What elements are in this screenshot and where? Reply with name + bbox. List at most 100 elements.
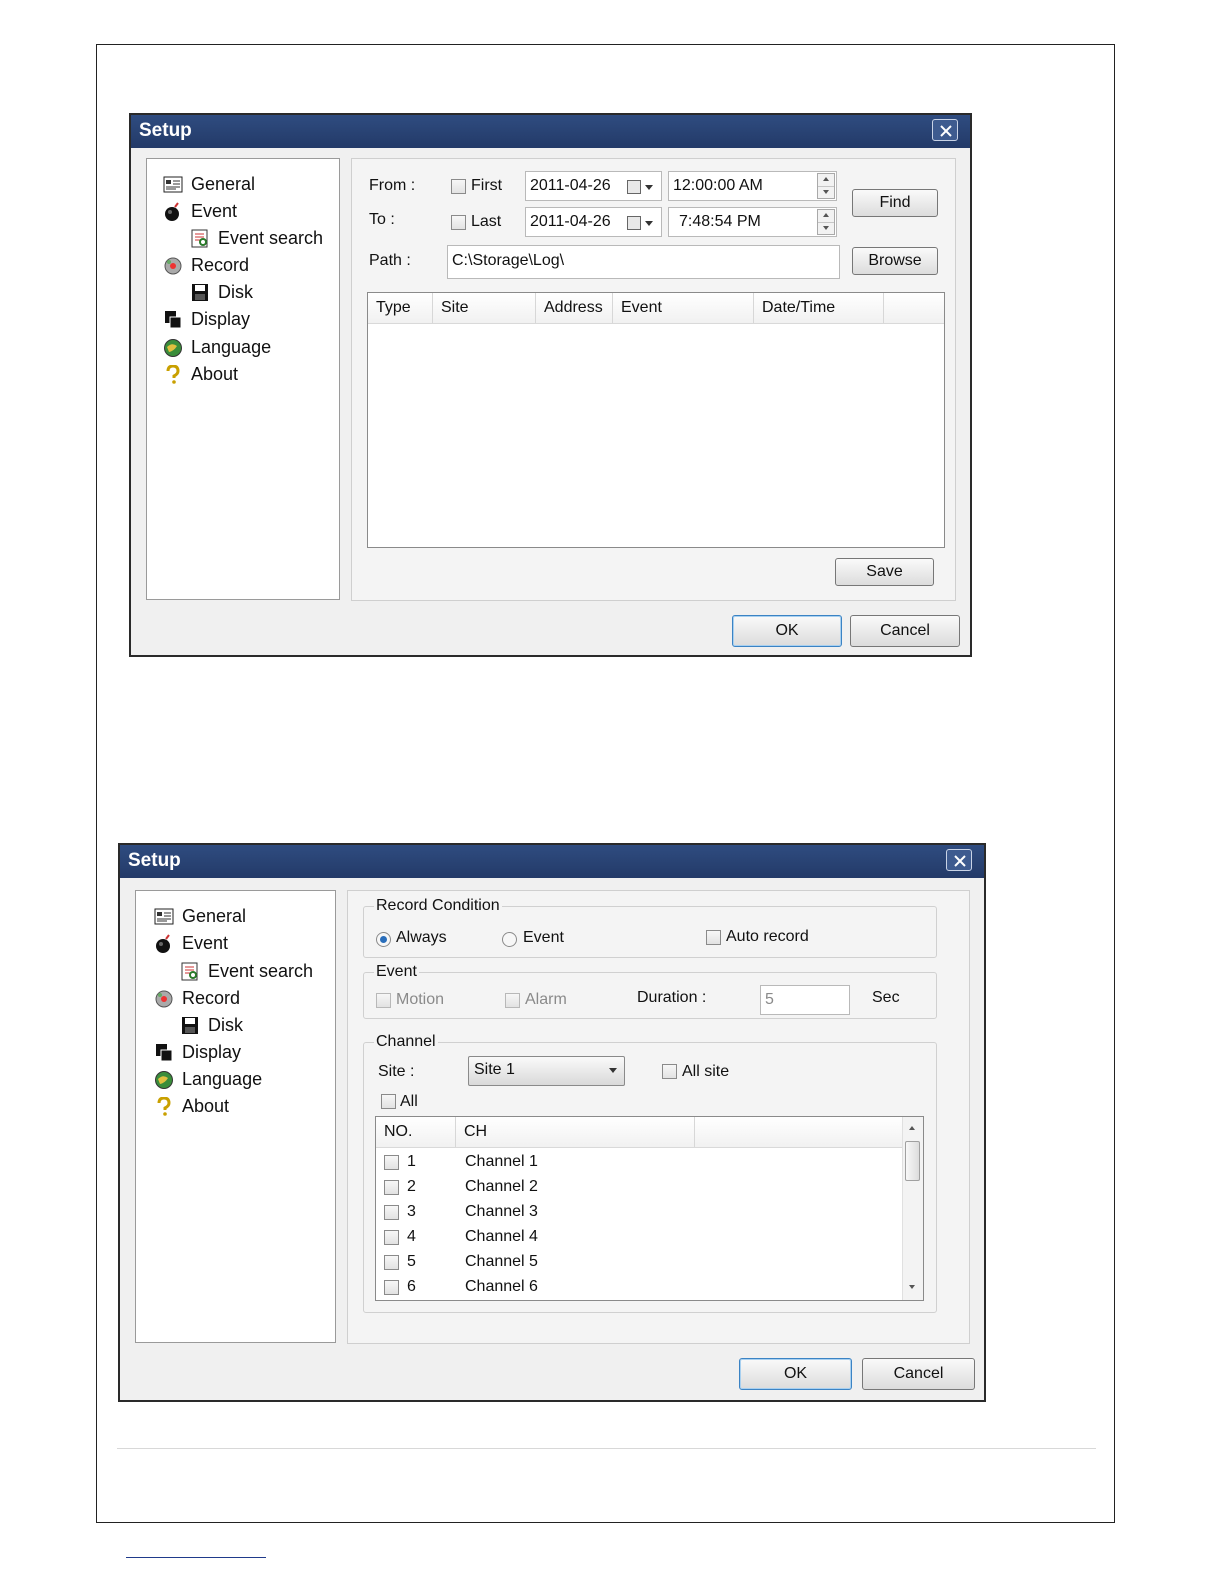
from-time-spinner[interactable] (817, 173, 835, 199)
nav-label: Event search (218, 228, 324, 248)
site-select-value: Site 1 (474, 1061, 515, 1078)
to-time-value: 7:48:54 PM (679, 213, 761, 230)
column-header-ch[interactable]: CH (456, 1117, 695, 1147)
nav-label: Event search (208, 961, 314, 981)
setup-dialog-event-search: Setup General Event Event search Record … (129, 113, 972, 657)
first-checkbox[interactable] (451, 179, 466, 194)
column-header-event[interactable]: Event (613, 293, 754, 323)
find-button[interactable]: Find (852, 189, 938, 217)
vertical-scrollbar[interactable] (902, 1117, 923, 1300)
to-time-field[interactable]: 7:48:54 PM (668, 207, 837, 237)
motion-checkbox[interactable] (376, 993, 391, 1008)
duration-field[interactable]: 5 (760, 985, 850, 1015)
path-field[interactable]: C:\Storage\Log\ (447, 245, 840, 279)
setup-nav-tree: General Event Event search Record Disk D… (135, 890, 336, 1343)
auto-record-label: Auto record (726, 928, 809, 945)
event-radio[interactable] (502, 932, 517, 947)
alarm-checkbox[interactable] (505, 993, 520, 1008)
nav-label: Disk (208, 1015, 243, 1035)
table-header: NO. CH (376, 1117, 923, 1148)
dropdown-arrow-icon[interactable] (609, 1068, 617, 1073)
channel-checkbox[interactable] (384, 1155, 399, 1170)
table-row[interactable]: 4 Channel 4 (376, 1225, 901, 1250)
from-time-value: 12:00:00 AM (673, 177, 763, 194)
table-row[interactable]: 6 Channel 6 (376, 1275, 901, 1300)
record-condition-group: Record Condition (363, 897, 937, 958)
channel-name: Channel 3 (465, 1203, 538, 1220)
duration-unit: Sec (872, 989, 900, 1006)
ok-button[interactable]: OK (732, 615, 842, 647)
column-header-datetime[interactable]: Date/Time (754, 293, 884, 323)
close-button[interactable] (946, 849, 972, 871)
table-row[interactable]: 1 Channel 1 (376, 1150, 901, 1175)
spin-down-icon[interactable] (818, 186, 834, 198)
nav-label: Language (191, 337, 272, 357)
column-header-type[interactable]: Type (368, 293, 433, 323)
setup-nav-tree: General Event Event search Record Disk D… (146, 158, 340, 600)
nav-label: General (182, 906, 247, 926)
column-header-site[interactable]: Site (433, 293, 536, 323)
language-icon (155, 1071, 173, 1089)
scroll-down-icon[interactable] (909, 1285, 915, 1289)
about-icon (157, 1097, 171, 1116)
nav-label: Record (191, 255, 250, 275)
channel-checkbox[interactable] (384, 1255, 399, 1270)
auto-record-checkbox[interactable] (706, 930, 721, 945)
nav-label: Event (182, 933, 229, 953)
channel-table[interactable]: NO. CH 1 Channel 1 2 Channel 2 3 Channel… (375, 1116, 924, 1301)
table-row[interactable]: 5 Channel 5 (376, 1250, 901, 1275)
display-icon (156, 1044, 173, 1062)
channel-name: Channel 6 (465, 1278, 538, 1295)
channel-name: Channel 4 (465, 1228, 538, 1245)
channel-checkbox[interactable] (384, 1230, 399, 1245)
table-row[interactable]: 2 Channel 2 (376, 1175, 901, 1200)
cancel-button[interactable]: Cancel (850, 615, 960, 647)
channel-name: Channel 2 (465, 1178, 538, 1195)
save-button[interactable]: Save (835, 558, 934, 586)
channel-checkbox[interactable] (384, 1205, 399, 1220)
to-date-picker[interactable]: 2011-04-26 (525, 207, 662, 237)
from-date-picker[interactable]: 2011-04-26 (525, 171, 662, 201)
column-header-no[interactable]: NO. (376, 1117, 456, 1147)
alarm-label: Alarm (525, 991, 567, 1008)
setup-dialog-record: Setup General Event Event search Record … (118, 843, 986, 1402)
to-label: To : (369, 211, 395, 228)
from-time-field[interactable]: 12:00:00 AM (668, 171, 837, 201)
calendar-icon[interactable] (627, 216, 641, 230)
dropdown-arrow-icon[interactable] (645, 221, 653, 226)
last-checkbox[interactable] (451, 215, 466, 230)
event-log-table[interactable]: Type Site Address Event Date/Time (367, 292, 945, 548)
always-radio[interactable] (376, 932, 391, 947)
close-icon (940, 125, 952, 137)
browse-button[interactable]: Browse (852, 247, 938, 275)
channel-checkbox[interactable] (384, 1180, 399, 1195)
cancel-button[interactable]: Cancel (862, 1358, 975, 1390)
disk-icon (192, 284, 208, 301)
to-time-spinner[interactable] (817, 209, 835, 235)
record-settings-panel: Record Condition Always Event Auto recor… (347, 890, 970, 1344)
ok-button[interactable]: OK (739, 1358, 852, 1390)
channel-checkbox[interactable] (384, 1280, 399, 1295)
site-select[interactable]: Site 1 (468, 1056, 625, 1086)
path-value: C:\Storage\Log\ (452, 252, 565, 269)
column-header-address[interactable]: Address (536, 293, 613, 323)
table-row[interactable]: 3 Channel 3 (376, 1200, 901, 1225)
channel-no: 4 (407, 1228, 416, 1245)
close-button[interactable] (932, 119, 958, 141)
spin-down-icon[interactable] (818, 222, 834, 234)
dropdown-arrow-icon[interactable] (645, 185, 653, 190)
scroll-thumb[interactable] (905, 1141, 920, 1181)
all-site-checkbox[interactable] (662, 1064, 677, 1079)
event-icon (156, 934, 170, 953)
general-icon (154, 908, 174, 925)
calendar-icon[interactable] (627, 180, 641, 194)
channel-legend: Channel (376, 1033, 436, 1050)
event-search-panel: From : To : First Last 2011-04-26 12:00:… (351, 158, 956, 601)
channel-no: 1 (407, 1153, 416, 1170)
motion-label: Motion (396, 991, 445, 1008)
path-label: Path : (369, 252, 411, 269)
scroll-up-icon[interactable] (909, 1126, 915, 1130)
channel-no: 5 (407, 1253, 416, 1270)
all-channels-checkbox[interactable] (381, 1094, 396, 1109)
to-date-value: 2011-04-26 (530, 213, 611, 230)
